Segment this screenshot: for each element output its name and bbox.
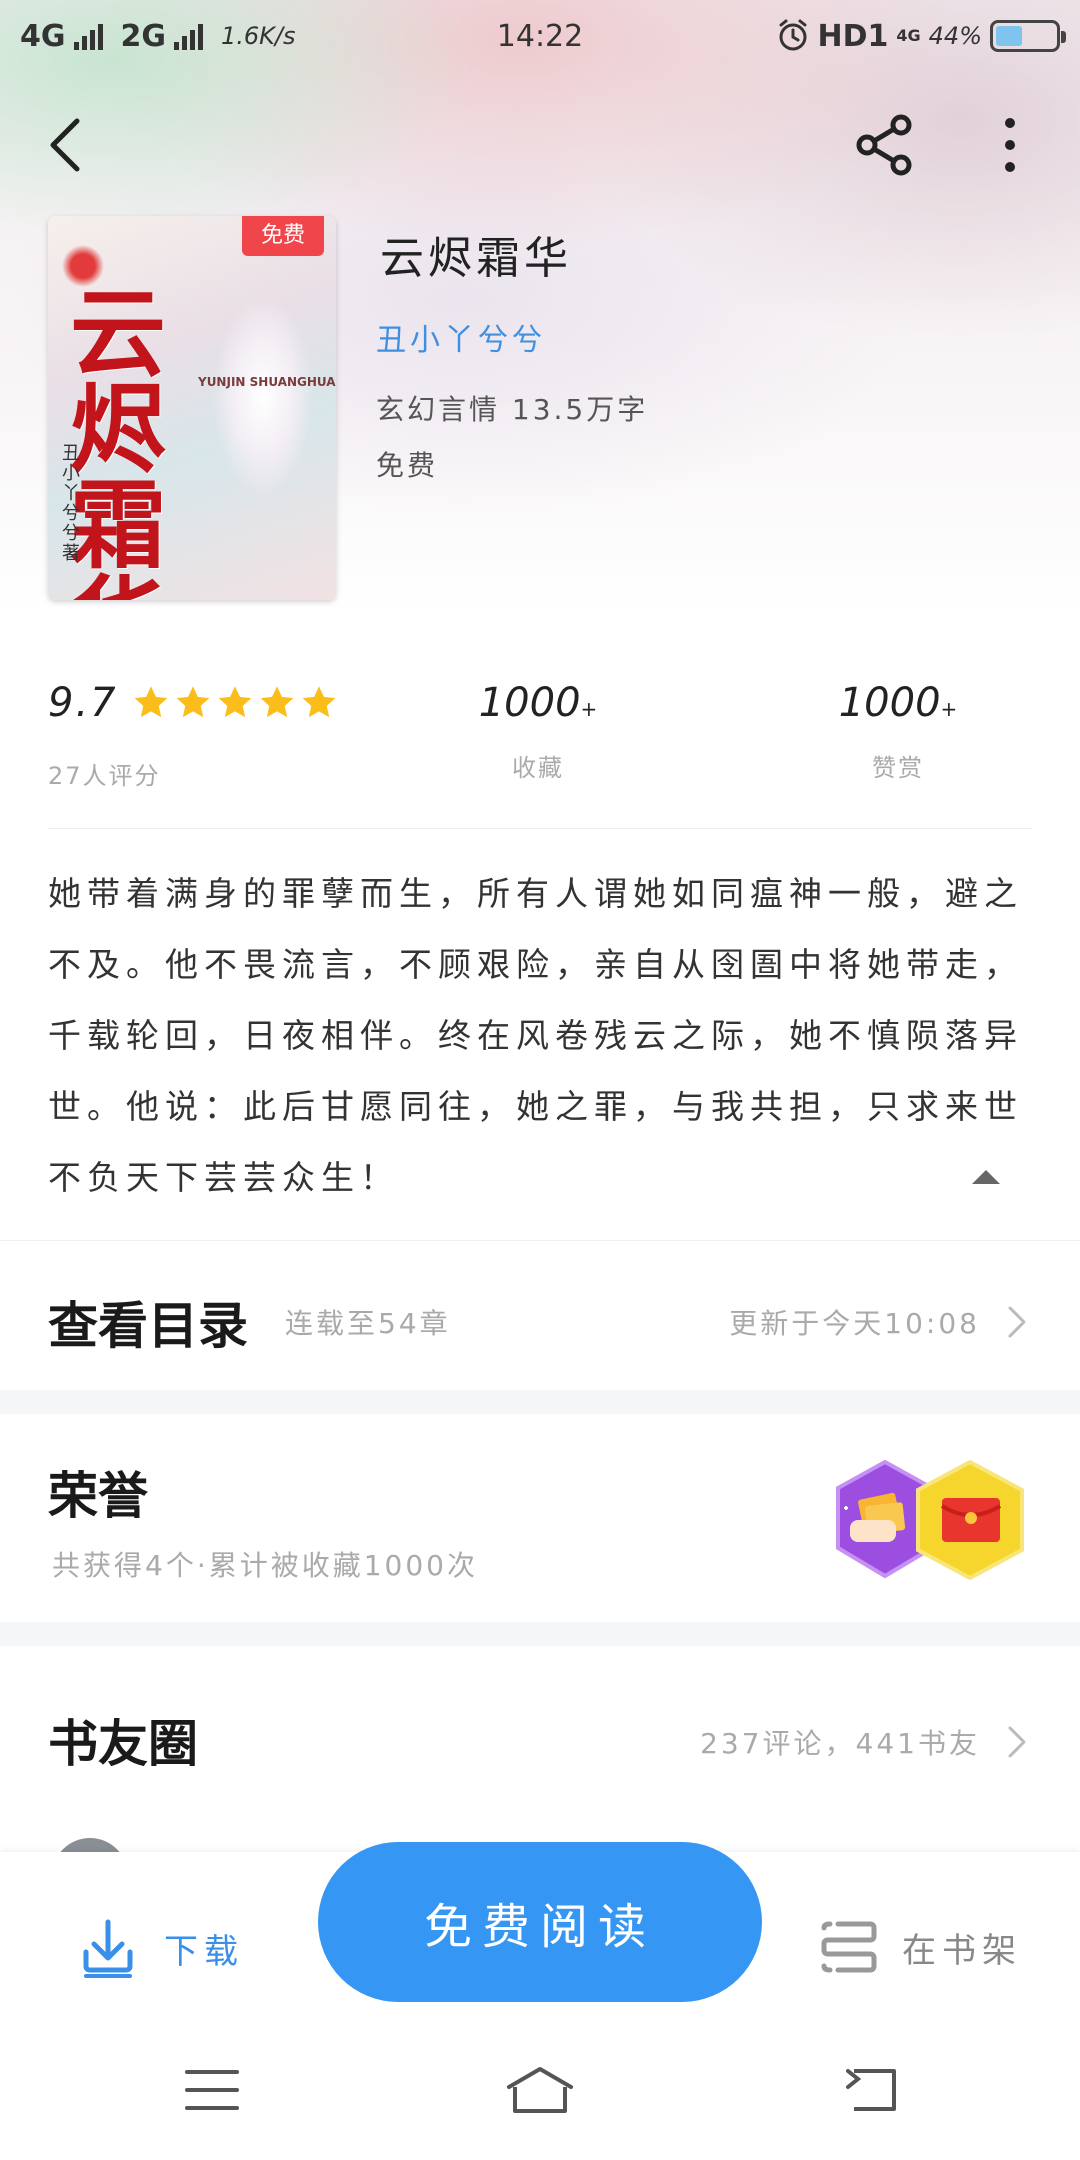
status-right: HD1 4G 44%: [776, 18, 1066, 54]
honor-badges: [836, 1460, 1024, 1580]
red-packet-badge-icon: [916, 1460, 1024, 1580]
book-price: 免费: [376, 449, 439, 482]
tips-suffix: +: [940, 697, 958, 721]
menu-icon: [185, 2070, 239, 2110]
collapse-arrow-icon: [972, 1170, 1000, 1184]
rating-stars: [132, 684, 338, 722]
bookshelf-icon: [821, 1921, 877, 1973]
rating-score: 9.7: [48, 680, 118, 726]
download-label: 下载: [164, 1931, 244, 1972]
star-icon: [302, 686, 335, 718]
status-bar: 4G 2G 1.6K/s 14:22 HD1 4G 44%: [0, 0, 1080, 72]
cover-figure-art: [208, 276, 318, 526]
star-icon: [176, 686, 209, 718]
share-button[interactable]: [845, 110, 925, 180]
book-friends-row[interactable]: 书友圈 237评论，441书友: [0, 1646, 1080, 1846]
signal-icon-2: [174, 22, 203, 50]
tips-stat: 1000+ 赞赏: [798, 680, 998, 783]
favorites-suffix: +: [580, 697, 598, 721]
synopsis-text: 她带着满身的罪孽而生，所有人谓她如同瘟神一般，避之不及。他不畏流言，不顾艰险，亲…: [48, 874, 1023, 1197]
star-icon: [260, 686, 293, 718]
collapse-button[interactable]: [970, 1166, 1002, 1186]
back-icon: [846, 2069, 896, 2111]
network-speed: 1.6K/s: [221, 22, 296, 50]
hd-label: HD1: [817, 18, 889, 54]
cover-title: 云烬霜华: [70, 277, 166, 601]
nav-home-button[interactable]: [500, 2060, 580, 2120]
share-icon: [856, 114, 912, 176]
free-read-button[interactable]: 免费阅读: [318, 1842, 762, 2002]
bookshelf-label: 在书架: [902, 1930, 1022, 1971]
download-button[interactable]: 下载: [80, 1918, 244, 1978]
alarm-icon: [779, 19, 806, 51]
back-arrow-icon: [50, 118, 80, 172]
honor-row[interactable]: 荣誉 共获得4个·累计被收藏1000次: [0, 1414, 1080, 1622]
divider: [48, 828, 1032, 829]
system-nav-bar: [0, 2010, 1080, 2160]
more-icon: [1005, 118, 1015, 172]
catalog-row[interactable]: 查看目录 连载至54章 更新于今天10:08: [0, 1240, 1080, 1390]
battery-percent: 44%: [928, 22, 982, 50]
star-icon: [134, 686, 167, 718]
chevron-right-icon: [1008, 1306, 1026, 1338]
bookshelf-button[interactable]: 在书架: [820, 1920, 1022, 1974]
battery-icon: [990, 20, 1066, 52]
chevron-right-icon: [1008, 1726, 1026, 1758]
more-button[interactable]: [985, 110, 1035, 180]
book-friends-title: 书友圈: [48, 1714, 198, 1773]
favorites-value: 1000: [478, 680, 581, 726]
tips-value: 1000: [838, 680, 941, 726]
catalog-chapters: 连载至54章: [285, 1307, 451, 1340]
catalog-title: 查看目录: [48, 1296, 248, 1355]
nav-menu-button[interactable]: [172, 2060, 252, 2120]
nav-back-button[interactable]: [830, 2060, 910, 2120]
small-network-label: 4G: [896, 26, 921, 45]
free-badge: 免费: [242, 216, 324, 256]
section-gap: [0, 1390, 1080, 1414]
network-label-1: 4G: [20, 18, 66, 54]
rating-summary[interactable]: 9.7: [48, 680, 338, 726]
author-link[interactable]: 丑小丫兮兮: [376, 315, 546, 359]
honor-subtitle: 共获得4个·累计被收藏1000次: [52, 1549, 478, 1582]
book-meta: 玄幻言情 13.5万字: [376, 393, 649, 426]
bottom-action-bar: 下载 免费阅读 在书架: [0, 1842, 1080, 2010]
signal-icon: [73, 22, 103, 50]
favorites-stat: 1000+ 收藏: [438, 680, 638, 783]
star-icon: [218, 686, 251, 718]
catalog-updated: 更新于今天10:08: [729, 1307, 980, 1340]
book-friends-stats: 237评论，441书友: [700, 1727, 980, 1760]
download-icon: [83, 1919, 133, 1978]
status-left: 4G 2G 1.6K/s: [20, 19, 296, 54]
back-button[interactable]: [30, 110, 100, 180]
book-cover[interactable]: 云烬霜华 YUNJIN SHUANGHUA 丑小丫兮兮著 免费: [48, 216, 336, 600]
honor-title: 荣誉: [48, 1466, 148, 1525]
cover-author: 丑小丫兮兮著: [62, 443, 80, 564]
network-label-2: 2G: [120, 18, 167, 54]
home-icon: [507, 2067, 573, 2113]
favorites-label: 收藏: [512, 754, 564, 782]
rating-count: 27人评分: [48, 762, 161, 790]
cover-subtitle: YUNJIN SHUANGHUA: [198, 375, 336, 389]
book-title: 云烬霜华: [380, 233, 572, 284]
tips-label: 赞赏: [872, 754, 924, 782]
section-gap: [0, 1622, 1080, 1646]
